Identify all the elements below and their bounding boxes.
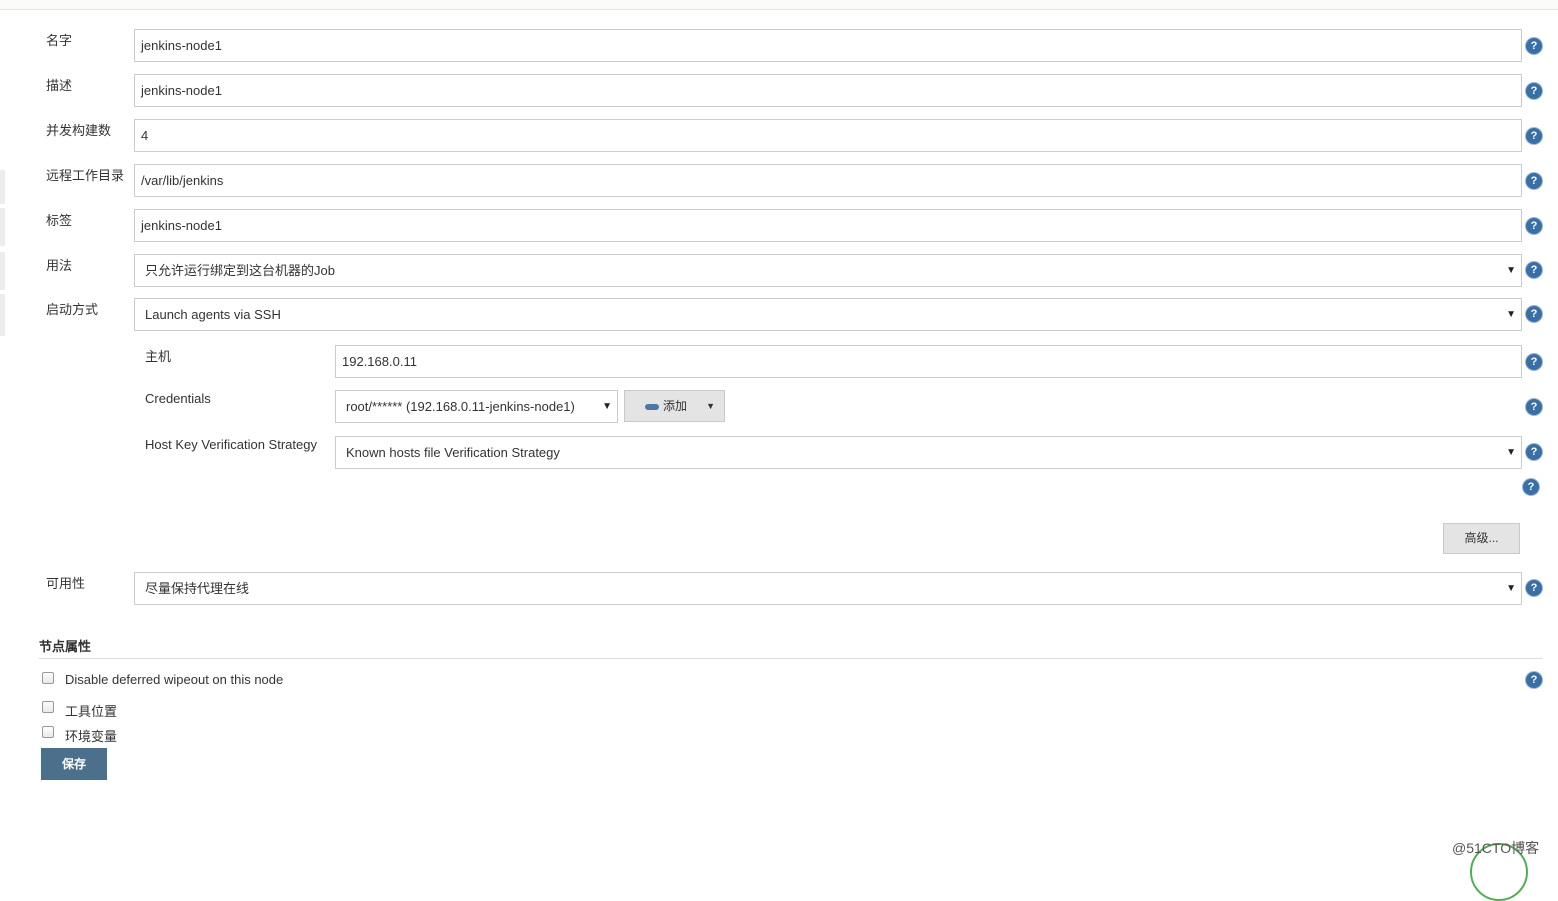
add-credentials-label: 添加	[663, 399, 688, 413]
chevron-down-icon: ▼	[706, 401, 715, 411]
usage-select[interactable]: 只允许运行绑定到这台机器的Job ▼	[134, 254, 1522, 287]
disable-wipeout-checkbox[interactable]	[42, 672, 54, 684]
side-edge-tab	[0, 252, 5, 290]
help-icon[interactable]: ?	[1526, 38, 1542, 54]
description-input[interactable]: jenkins-node1	[134, 74, 1522, 107]
watermark: @51CTO博客	[1452, 840, 1540, 856]
help-icon[interactable]: ?	[1526, 173, 1542, 189]
env-vars-checkbox[interactable]	[42, 726, 54, 738]
launch-method-label: 启动方式	[46, 302, 99, 317]
advanced-button[interactable]: 高级...	[1443, 523, 1520, 554]
add-credentials-button[interactable]: 添加 ▼	[624, 390, 725, 422]
host-key-strategy-select[interactable]: Known hosts file Verification Strategy ▼	[335, 436, 1522, 469]
disable-wipeout-label: Disable deferred wipeout on this node	[65, 672, 284, 687]
save-button[interactable]: 保存	[41, 748, 107, 780]
side-edge-tab	[0, 294, 5, 336]
executors-input[interactable]: 4	[134, 119, 1522, 152]
launch-method-select-value: Launch agents via SSH	[145, 307, 281, 322]
help-icon[interactable]: ?	[1526, 218, 1542, 234]
chevron-down-icon: ▼	[602, 401, 612, 412]
description-label: 描述	[46, 78, 73, 93]
top-bar	[0, 0, 1558, 10]
name-label: 名字	[46, 33, 73, 48]
chevron-down-icon: ▼	[1506, 447, 1516, 458]
help-icon[interactable]: ?	[1526, 128, 1542, 144]
env-vars-label: 环境变量	[65, 729, 118, 744]
launch-method-select[interactable]: Launch agents via SSH ▼	[134, 298, 1522, 331]
side-edge-tab	[0, 208, 5, 246]
help-icon[interactable]: ?	[1526, 580, 1542, 596]
help-icon[interactable]: ?	[1526, 83, 1542, 99]
node-properties-title: 节点属性	[39, 639, 92, 654]
credentials-select[interactable]: root/****** (192.168.0.11-jenkins-node1)…	[335, 390, 618, 423]
usage-label: 用法	[46, 258, 73, 273]
availability-select-value: 尽量保持代理在线	[145, 581, 250, 596]
key-icon	[645, 403, 659, 410]
host-key-strategy-select-value: Known hosts file Verification Strategy	[346, 445, 560, 460]
host-label: 主机	[145, 349, 172, 364]
credentials-label: Credentials	[145, 391, 211, 406]
help-icon[interactable]: ?	[1526, 262, 1542, 278]
host-key-strategy-label: Host Key Verification Strategy	[145, 437, 317, 452]
tool-locations-checkbox[interactable]	[42, 701, 54, 713]
help-icon[interactable]: ?	[1526, 672, 1542, 688]
help-icon[interactable]: ?	[1526, 354, 1542, 370]
availability-label: 可用性	[46, 576, 86, 591]
usage-select-value: 只允许运行绑定到这台机器的Job	[145, 263, 335, 278]
help-icon[interactable]: ?	[1526, 444, 1542, 460]
host-input[interactable]: 192.168.0.11	[335, 345, 1522, 378]
help-icon[interactable]: ?	[1523, 479, 1539, 495]
tool-locations-label: 工具位置	[65, 704, 118, 719]
section-divider	[39, 658, 1543, 659]
chevron-down-icon: ▼	[1506, 309, 1516, 320]
executors-label: 并发构建数	[46, 123, 112, 138]
side-edge-tab	[0, 170, 5, 204]
remote-dir-input[interactable]: /var/lib/jenkins	[134, 164, 1522, 197]
credentials-select-value: root/****** (192.168.0.11-jenkins-node1)	[346, 399, 575, 414]
availability-select[interactable]: 尽量保持代理在线 ▼	[134, 572, 1522, 605]
name-input[interactable]: jenkins-node1	[134, 29, 1522, 62]
labels-label: 标签	[46, 213, 73, 228]
help-icon[interactable]: ?	[1526, 399, 1542, 415]
remote-dir-label: 远程工作目录	[46, 168, 125, 183]
labels-input[interactable]: jenkins-node1	[134, 209, 1522, 242]
chevron-down-icon: ▼	[1506, 265, 1516, 276]
chevron-down-icon: ▼	[1506, 583, 1516, 594]
help-icon[interactable]: ?	[1526, 306, 1542, 322]
